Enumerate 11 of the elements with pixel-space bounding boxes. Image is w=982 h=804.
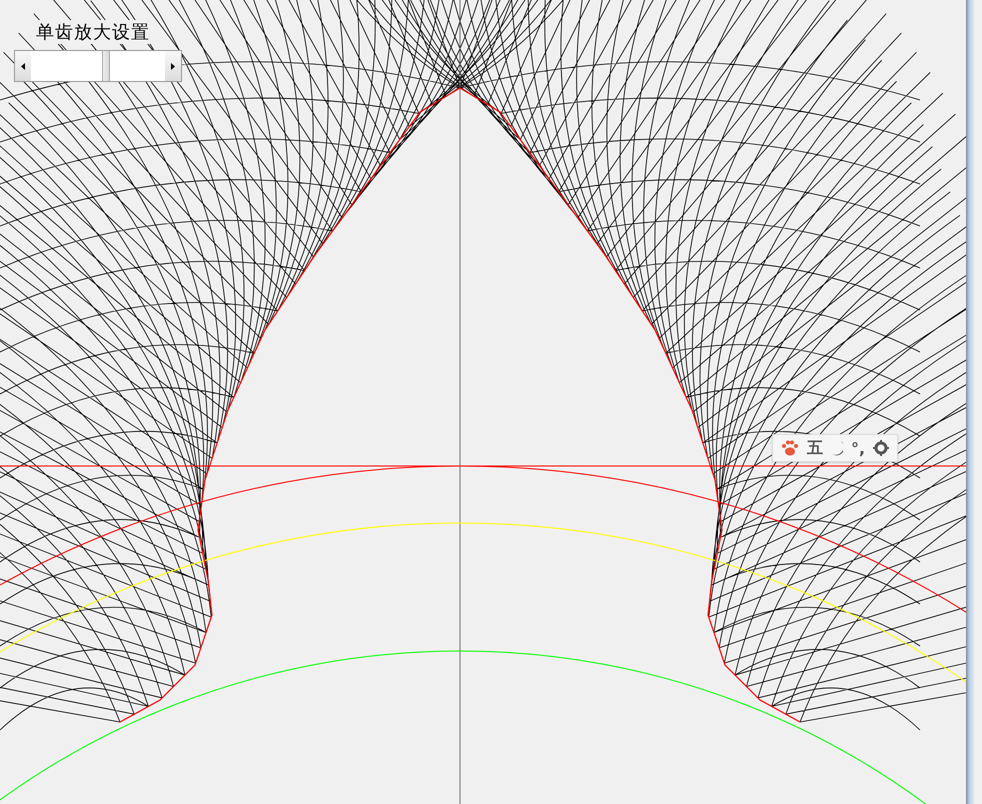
- moon-icon[interactable]: [831, 440, 843, 456]
- left-triangle-icon: [21, 62, 25, 70]
- scroll-left-button[interactable]: [15, 51, 31, 81]
- zoom-scrollbar[interactable]: [14, 50, 182, 82]
- paw-icon[interactable]: [781, 440, 799, 456]
- input-mode-label[interactable]: 五: [807, 438, 823, 458]
- right-triangle-icon: [171, 62, 175, 70]
- punctuation-label[interactable]: °,: [851, 438, 866, 458]
- scroll-thumb[interactable]: [102, 51, 110, 81]
- scroll-right-button[interactable]: [165, 51, 181, 81]
- settings-icon[interactable]: [873, 440, 890, 456]
